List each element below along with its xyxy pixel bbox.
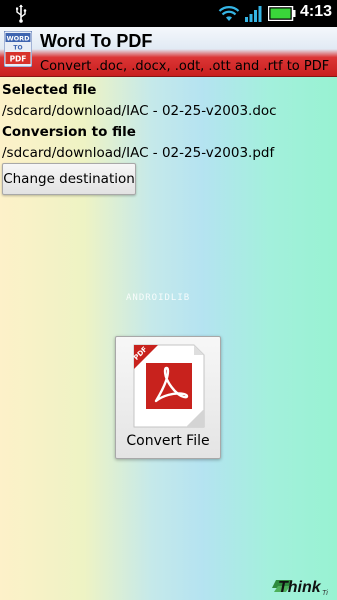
- battery-icon: [268, 6, 296, 21]
- status-time: 4:13: [299, 3, 332, 20]
- watermark: ANDROIDLIB: [126, 293, 191, 303]
- svg-text:WORD: WORD: [6, 35, 30, 43]
- file-info: Selected file /sdcard/download/IAC - 02-…: [2, 80, 335, 164]
- pdf-document-icon: PDF: [132, 344, 205, 428]
- brand-name: Think: [278, 579, 321, 596]
- app-title-bar: WORD TO PDF Word To PDF Convert .doc, .d…: [0, 27, 337, 77]
- app-logo-icon: WORD TO PDF: [4, 31, 32, 67]
- conversion-file-path: /sdcard/download/IAC - 02-25-v2003.pdf: [2, 145, 275, 161]
- svg-text:PDF: PDF: [10, 55, 27, 64]
- usb-icon: [16, 4, 27, 23]
- brand-suffix: Ti: [322, 590, 328, 597]
- signal-icon: [245, 6, 262, 22]
- selected-file-label: Selected file: [2, 82, 97, 98]
- status-bar: 4:13: [0, 0, 337, 27]
- wifi-icon: [218, 6, 240, 21]
- selected-file-path: /sdcard/download/IAC - 02-25-v2003.doc: [2, 103, 277, 119]
- convert-file-button[interactable]: PDF Convert File: [115, 336, 221, 459]
- app-title: Word To PDF: [40, 31, 153, 51]
- conversion-file-label: Conversion to file: [2, 124, 136, 140]
- change-destination-button[interactable]: Change destination: [2, 163, 136, 195]
- app-subtitle: Convert .doc, .docx, .odt, .ott and .rtf…: [40, 59, 330, 74]
- svg-text:TO: TO: [13, 45, 22, 52]
- convert-file-label: Convert File: [126, 433, 210, 449]
